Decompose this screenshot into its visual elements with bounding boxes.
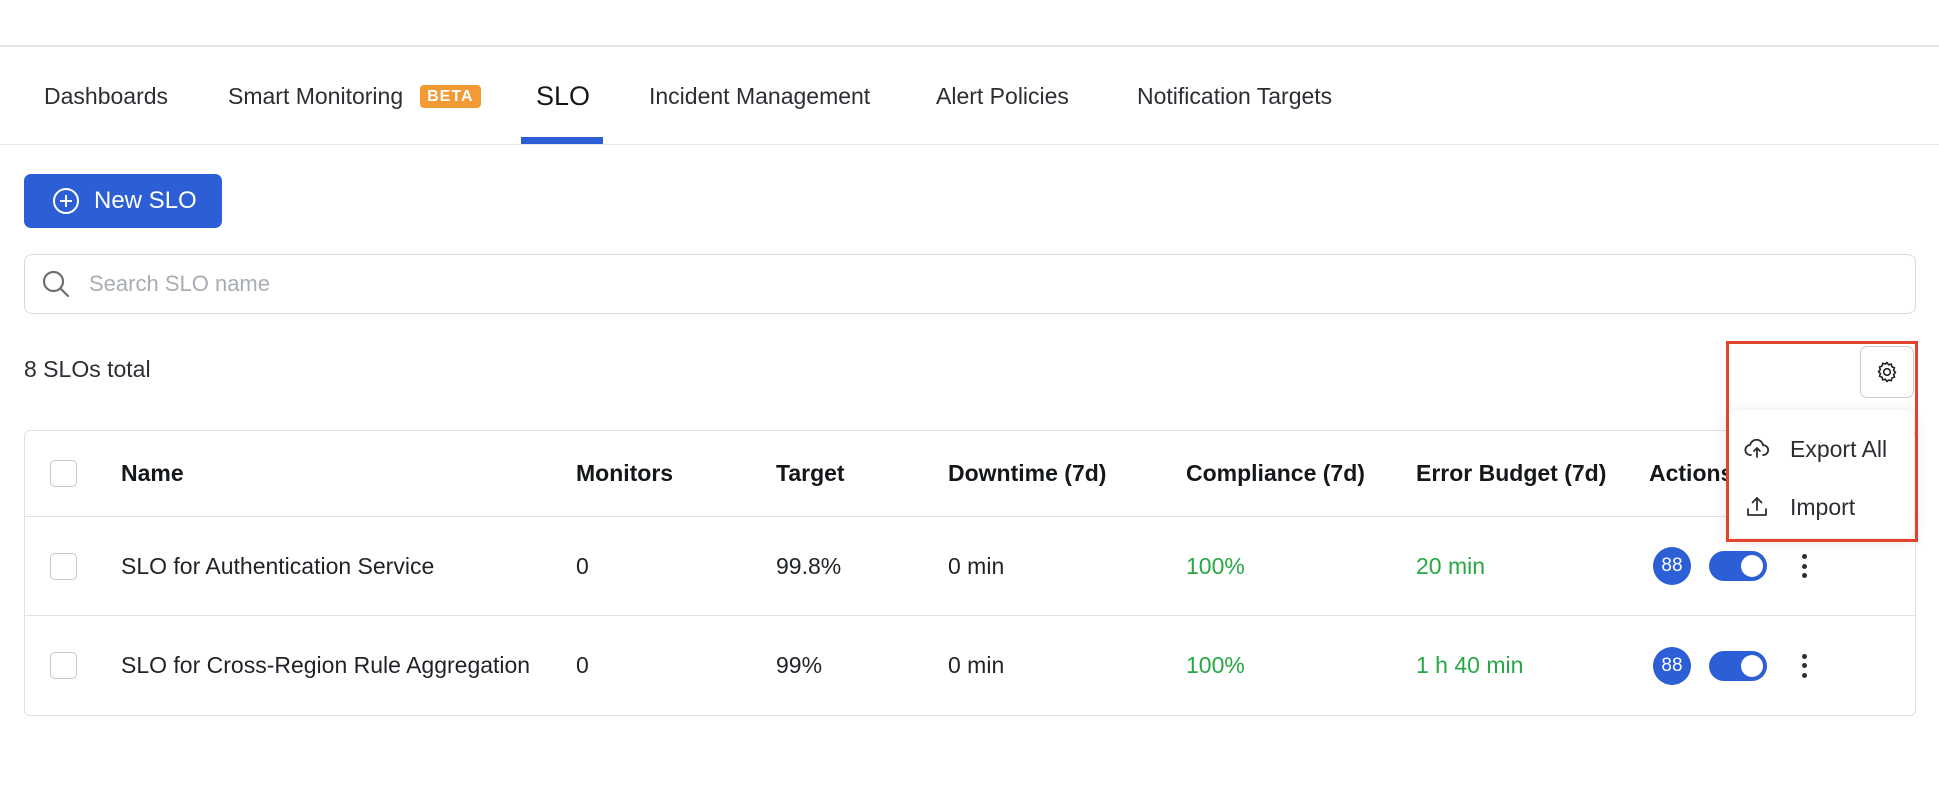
more-options-icon[interactable]	[1794, 651, 1814, 681]
slo-compliance: 100%	[1186, 552, 1245, 579]
tab-alert-policies[interactable]: Alert Policies	[936, 47, 1069, 145]
slo-table: Name Monitors Target Downtime (7d) Compl…	[24, 430, 1916, 716]
column-header-target: Target	[776, 460, 845, 486]
menu-item-export-all[interactable]: Export All	[1728, 420, 1914, 478]
menu-item-label: Import	[1790, 493, 1856, 520]
slo-name[interactable]: SLO for Cross-Region Rule Aggregation	[121, 616, 530, 715]
column-header-downtime: Downtime (7d)	[948, 460, 1107, 486]
slo-name[interactable]: SLO for Authentication Service	[121, 517, 434, 615]
slo-monitors: 0	[576, 552, 589, 579]
tab-label: Dashboards	[44, 82, 169, 109]
slo-monitors: 0	[576, 652, 589, 678]
settings-dropdown-menu: Export All Import	[1728, 410, 1914, 538]
row-checkbox[interactable]	[50, 552, 77, 580]
slo-downtime: 0 min	[948, 552, 1005, 579]
settings-button[interactable]	[1860, 346, 1914, 398]
gear-icon	[1877, 361, 1897, 383]
owner-avatar: 88	[1653, 646, 1691, 685]
slo-total-count: 8 SLOs total	[24, 356, 151, 382]
menu-item-import[interactable]: Import	[1728, 478, 1914, 536]
column-header-monitors: Monitors	[576, 460, 674, 486]
plus-circle-icon	[53, 188, 79, 214]
enable-toggle[interactable]	[1709, 650, 1767, 681]
toggle-knob	[1741, 555, 1763, 577]
select-all-checkbox[interactable]	[50, 460, 77, 487]
search-input[interactable]	[89, 271, 1789, 297]
table-row[interactable]: SLO for Authentication Service 0 99.8% 0…	[25, 517, 1915, 616]
enable-toggle[interactable]	[1709, 551, 1767, 581]
tab-slo[interactable]: SLO	[536, 47, 590, 145]
slo-target: 99.8%	[776, 552, 842, 579]
new-slo-label: New SLO	[94, 187, 197, 214]
tab-incident-management[interactable]: Incident Management	[649, 47, 870, 145]
row-checkbox[interactable]	[50, 652, 77, 679]
top-bar	[0, 0, 1939, 47]
tab-label: Incident Management	[649, 82, 871, 109]
column-header-name: Name	[121, 460, 184, 486]
slo-error-budget: 1 h 40 min	[1416, 652, 1524, 678]
tab-label: Notification Targets	[1137, 82, 1333, 109]
tab-bar: Dashboards Smart Monitoring BETA SLO Inc…	[0, 47, 1939, 145]
tab-label: Smart Monitoring	[228, 82, 404, 109]
column-header-actions: Actions	[1649, 460, 1734, 486]
tab-notification-targets[interactable]: Notification Targets	[1137, 47, 1332, 145]
active-tab-indicator	[521, 137, 603, 144]
cloud-upload-icon	[1744, 438, 1770, 458]
tab-label: Alert Policies	[936, 82, 1069, 109]
search-box	[24, 254, 1916, 314]
slo-error-budget: 20 min	[1416, 552, 1486, 579]
new-slo-button[interactable]: New SLO	[24, 174, 222, 228]
column-header-compliance: Compliance (7d)	[1186, 460, 1365, 486]
slo-target: 99%	[776, 652, 823, 678]
table-row[interactable]: SLO for Cross-Region Rule Aggregation 0 …	[25, 616, 1915, 715]
tab-label: SLO	[536, 80, 591, 111]
beta-badge: BETA	[420, 84, 481, 108]
menu-item-label: Export All	[1790, 435, 1888, 462]
toggle-knob	[1741, 654, 1763, 677]
owner-avatar: 88	[1653, 547, 1691, 585]
slo-downtime: 0 min	[948, 652, 1005, 678]
column-header-error-budget: Error Budget (7d)	[1416, 460, 1607, 486]
search-icon	[42, 270, 70, 298]
more-options-icon[interactable]	[1794, 551, 1814, 581]
slo-compliance: 100%	[1186, 652, 1245, 678]
tab-smart-monitoring[interactable]: Smart Monitoring BETA	[228, 47, 481, 145]
upload-icon	[1747, 497, 1767, 516]
table-header-row: Name Monitors Target Downtime (7d) Compl…	[25, 431, 1915, 517]
tab-dashboards[interactable]: Dashboards	[44, 47, 168, 145]
